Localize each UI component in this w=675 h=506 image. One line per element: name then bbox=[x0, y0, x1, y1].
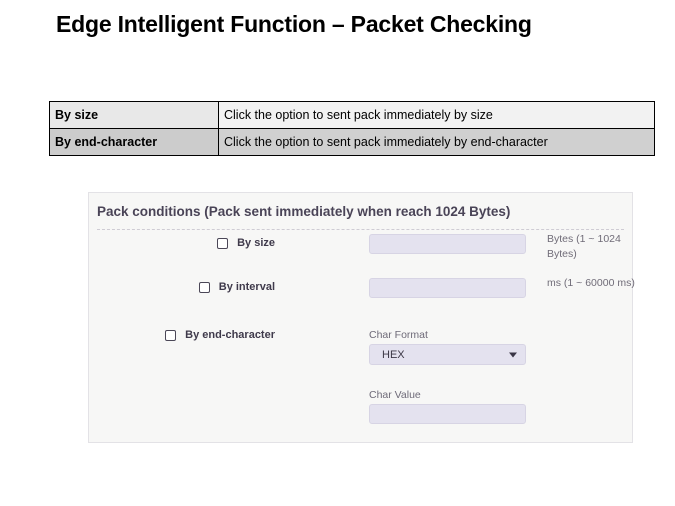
by-end-character-label: By end-character bbox=[185, 329, 275, 341]
char-format-label: Char Format bbox=[369, 329, 428, 341]
char-format-group: Char Format HEX bbox=[369, 329, 526, 365]
char-value-label: Char Value bbox=[369, 389, 421, 401]
by-interval-checkbox[interactable] bbox=[198, 281, 210, 293]
by-interval-helper-text: ms (1 ~ 60000 ms) bbox=[547, 277, 635, 289]
by-interval-control-group: By interval bbox=[89, 281, 275, 293]
table-cell-description: Click the option to sent pack immediatel… bbox=[218, 128, 655, 156]
by-size-input[interactable] bbox=[369, 234, 526, 254]
by-interval-input[interactable] bbox=[369, 278, 526, 298]
page-title: Edge Intelligent Function – Packet Check… bbox=[56, 11, 532, 37]
by-size-control-group: By size bbox=[89, 237, 275, 249]
description-table: By size Click the option to sent pack im… bbox=[49, 101, 655, 156]
chevron-down-icon bbox=[509, 352, 517, 357]
char-format-selected-value: HEX bbox=[382, 348, 405, 361]
by-end-character-checkbox[interactable] bbox=[165, 329, 177, 341]
by-end-character-control-group: By end-character bbox=[89, 329, 275, 341]
by-interval-label: By interval bbox=[218, 281, 275, 293]
panel-title: Pack conditions (Pack sent immediately w… bbox=[97, 204, 511, 219]
char-format-select[interactable]: HEX bbox=[369, 344, 526, 365]
table-cell-description: Click the option to sent pack immediatel… bbox=[218, 101, 655, 129]
char-value-input[interactable] bbox=[369, 404, 526, 424]
by-size-helper-text: Bytes (1 ~ 1024 Bytes) bbox=[547, 233, 621, 260]
pack-conditions-panel: Pack conditions (Pack sent immediately w… bbox=[88, 192, 635, 443]
char-value-group: Char Value bbox=[369, 389, 526, 424]
table-row: By end-character Click the option to sen… bbox=[49, 128, 655, 156]
table-cell-term: By size bbox=[49, 101, 219, 129]
table-cell-term: By end-character bbox=[49, 128, 219, 156]
by-size-label: By size bbox=[237, 237, 275, 249]
by-size-checkbox[interactable] bbox=[217, 237, 229, 249]
table-row: By size Click the option to sent pack im… bbox=[49, 101, 655, 129]
panel-divider bbox=[97, 229, 624, 230]
